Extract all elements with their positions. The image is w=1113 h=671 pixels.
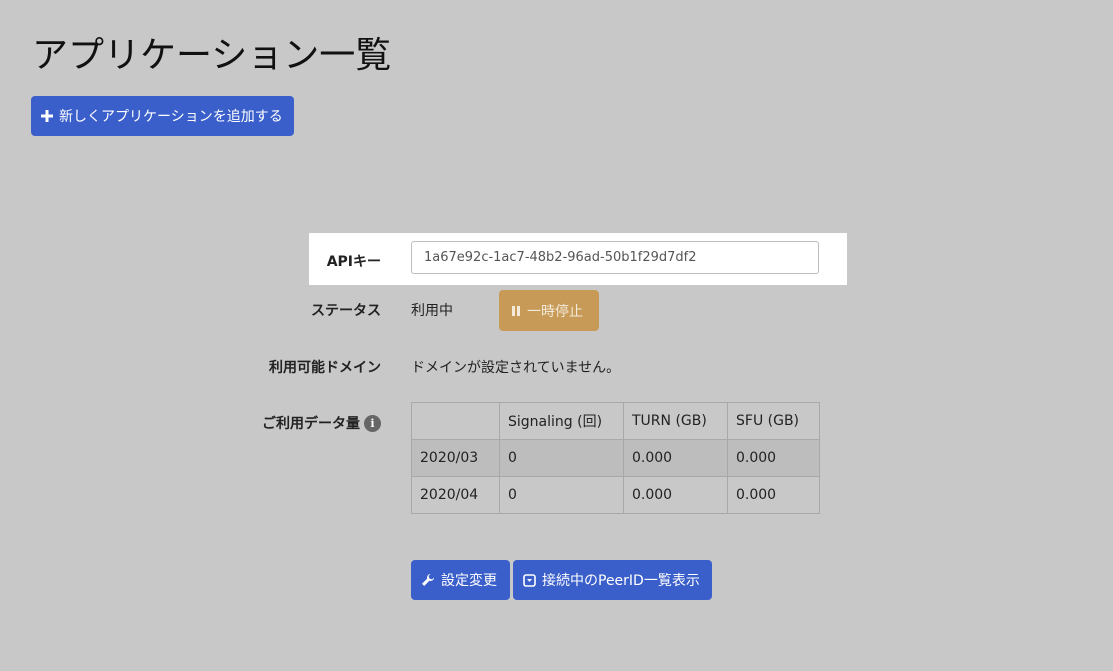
table-row: 2020/03 0 0.000 0.000 bbox=[411, 439, 820, 477]
dropdown-box-icon bbox=[523, 573, 536, 587]
table-cell: 0 bbox=[499, 439, 624, 477]
table-header-row: Signaling (回) TURN (GB) SFU (GB) bbox=[411, 402, 820, 440]
info-icon[interactable]: i bbox=[364, 414, 381, 432]
table-cell: 2020/04 bbox=[411, 476, 500, 514]
pause-icon bbox=[511, 305, 521, 317]
settings-button-label: 設定変更 bbox=[441, 573, 497, 589]
domains-label: 利用可能ドメイン bbox=[269, 360, 381, 376]
table-cell: 0.000 bbox=[727, 439, 820, 477]
page-title: アプリケーション一覧 bbox=[32, 35, 392, 76]
settings-button[interactable]: 設定変更 bbox=[411, 560, 510, 600]
usage-label-text: ご利用データ量 bbox=[262, 416, 360, 432]
table-row: 2020/04 0 0.000 0.000 bbox=[411, 476, 820, 514]
add-application-button[interactable]: 新しくアプリケーションを追加する bbox=[31, 96, 294, 136]
table-cell: 0.000 bbox=[623, 439, 728, 477]
table-cell: 0 bbox=[499, 476, 624, 514]
peer-list-button-label: 接続中のPeerID一覧表示 bbox=[542, 573, 700, 589]
status-label: ステータス bbox=[311, 303, 381, 319]
status-value: 利用中 bbox=[411, 303, 453, 319]
table-cell: 2020/03 bbox=[411, 439, 500, 477]
wrench-icon bbox=[421, 573, 435, 587]
api-key-field[interactable] bbox=[411, 241, 819, 274]
pause-button-label: 一時停止 bbox=[527, 303, 583, 320]
table-header: TURN (GB) bbox=[623, 402, 728, 440]
add-application-label: 新しくアプリケーションを追加する bbox=[59, 109, 283, 125]
peer-list-button[interactable]: 接続中のPeerID一覧表示 bbox=[513, 560, 712, 600]
plus-icon bbox=[41, 110, 53, 122]
domains-value: ドメインが設定されていません。 bbox=[411, 360, 621, 376]
table-header: SFU (GB) bbox=[727, 402, 820, 440]
api-key-label: APIキー bbox=[326, 254, 381, 270]
pause-button[interactable]: 一時停止 bbox=[499, 290, 599, 331]
usage-table: Signaling (回) TURN (GB) SFU (GB) 2020/03… bbox=[411, 402, 820, 514]
table-cell: 0.000 bbox=[727, 476, 820, 514]
table-cell: 0.000 bbox=[623, 476, 728, 514]
table-header: Signaling (回) bbox=[499, 402, 624, 440]
table-header bbox=[411, 402, 500, 440]
usage-label: ご利用データ量 i bbox=[262, 413, 381, 433]
